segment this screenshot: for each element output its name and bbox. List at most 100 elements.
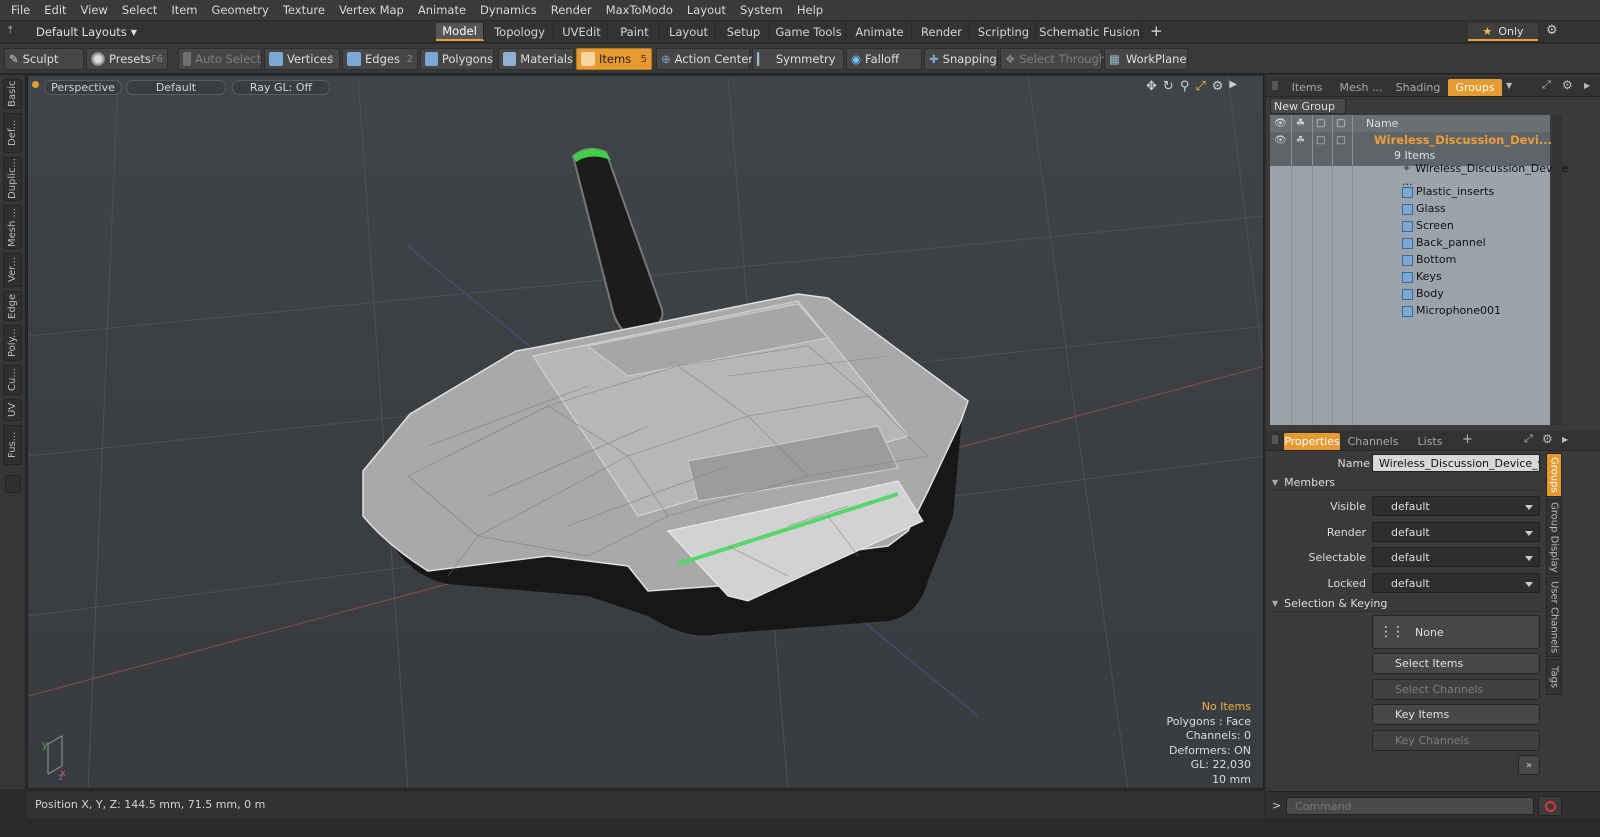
tree-scrollbar[interactable] (1552, 115, 1562, 425)
zoom-icon[interactable]: ⚲ (1180, 79, 1190, 94)
key-channels-button[interactable]: Key Channels (1372, 730, 1540, 751)
tab-items[interactable]: Items (1284, 79, 1330, 96)
selectable-dropdown[interactable]: default (1372, 547, 1540, 567)
sculpt-button[interactable]: ✎ Sculpt (4, 48, 84, 70)
menu-render[interactable]: Render (544, 3, 599, 17)
left-tab-basic[interactable]: Basic (3, 79, 22, 109)
menu-select[interactable]: Select (115, 3, 164, 17)
tab-shading[interactable]: Shading (1390, 79, 1446, 96)
tab-lists[interactable]: Lists (1406, 433, 1454, 450)
render-icon[interactable]: ☘ (1296, 118, 1305, 129)
rotate-icon[interactable]: ↻ (1163, 79, 1174, 94)
menu-texture[interactable]: Texture (276, 3, 332, 17)
menu-dynamics[interactable]: Dynamics (473, 3, 544, 17)
layout-arrow-icon[interactable]: ⤒ (8, 25, 20, 37)
left-tab-edge[interactable]: Edge (3, 291, 22, 321)
menu-help[interactable]: Help (790, 3, 830, 17)
shading-mode-button[interactable]: Default (126, 80, 226, 95)
render-dropdown[interactable]: default (1372, 522, 1540, 542)
tab-animate[interactable]: Animate (848, 23, 912, 41)
side-tab-user-channels[interactable]: User Channels (1546, 577, 1562, 657)
symmetry-button[interactable]: ▎ Symmetry (752, 48, 844, 70)
select-channels-button[interactable]: Select Channels (1372, 679, 1540, 700)
tab-scripting[interactable]: Scripting (972, 23, 1036, 41)
edges-button[interactable]: Edges 2 (342, 48, 418, 70)
side-tab-tags[interactable]: Tags (1546, 659, 1562, 695)
menu-maxtomodo[interactable]: MaxToModo (599, 3, 680, 17)
left-tab-curve[interactable]: Cu... (3, 365, 22, 395)
group-eye-icon[interactable]: 👁 (1274, 135, 1287, 146)
tab-uvedit[interactable]: UVEdit (556, 23, 608, 41)
panel-gear-icon[interactable]: ⚙ (1542, 432, 1553, 446)
menu-layout[interactable]: Layout (680, 3, 733, 17)
side-tab-group-display[interactable]: Group Display (1546, 499, 1562, 575)
tab-game-tools[interactable]: Game Tools (772, 23, 846, 41)
falloff-button[interactable]: ◉ Falloff (846, 48, 922, 70)
maximize-icon[interactable]: ⤢ (1524, 432, 1533, 446)
left-tab-uv[interactable]: UV (3, 399, 22, 421)
pan-icon[interactable]: ✥ (1146, 79, 1157, 94)
tab-schematic-fusion[interactable]: Schematic Fusion (1038, 23, 1142, 41)
left-tab-mesh[interactable]: Mesh ... (3, 205, 22, 249)
left-tab-deform[interactable]: Def... (3, 113, 22, 153)
menu-view[interactable]: View (74, 3, 115, 17)
side-tab-groups[interactable]: Groups (1546, 453, 1562, 497)
raygl-toggle[interactable]: Ray GL: Off (232, 80, 330, 95)
view-mode-button[interactable]: Perspective (44, 80, 122, 95)
select-col-icon[interactable]: □ (1336, 118, 1345, 129)
visible-dropdown[interactable]: default (1372, 496, 1540, 516)
workplane-button[interactable]: ▦ WorkPlane (1104, 48, 1188, 70)
new-group-button[interactable]: New Group (1270, 98, 1346, 114)
presets-button[interactable]: Presets F6 (86, 48, 168, 70)
tab-setup[interactable]: Setup (718, 23, 770, 41)
panel-more-icon[interactable]: ▶ (1584, 81, 1590, 90)
menu-animate[interactable]: Animate (411, 3, 473, 17)
3d-viewport[interactable]: y x z Perspective Default Ray GL: Off ✥ … (27, 75, 1264, 789)
key-items-button[interactable]: Key Items (1372, 704, 1540, 725)
materials-button[interactable]: Materials (498, 48, 574, 70)
group-name[interactable]: Wireless_Discussion_Devi... (1374, 133, 1552, 147)
tab-layout[interactable]: Layout (662, 23, 716, 41)
locked-dropdown[interactable]: default (1372, 573, 1540, 593)
menu-file[interactable]: File (4, 3, 37, 17)
lock-col-icon[interactable]: □ (1316, 118, 1325, 129)
menu-edit[interactable]: Edit (37, 3, 73, 17)
expand-arrow-icon[interactable]: ▶ (1229, 79, 1237, 94)
layout-selector[interactable]: Default Layouts ▼ (36, 24, 137, 40)
tab-model[interactable]: Model (436, 23, 484, 41)
none-button[interactable]: ⋮⋮ None (1372, 615, 1540, 649)
panel-more-icon[interactable]: ▶ (1562, 435, 1568, 444)
left-tab-fusion[interactable]: Fus... (3, 425, 22, 465)
snapping-button[interactable]: ✚ Snapping (924, 48, 998, 70)
members-section[interactable]: ▼ Members (1272, 475, 1542, 491)
tab-topology[interactable]: Topology (486, 23, 554, 41)
viewport-gear-icon[interactable]: ⚙ (1212, 79, 1224, 94)
menu-item[interactable]: Item (164, 3, 204, 17)
command-input[interactable] (1286, 797, 1534, 815)
tab-mesh[interactable]: Mesh ... (1334, 79, 1388, 96)
left-tab-extra[interactable] (5, 475, 21, 493)
viewport-options-icon[interactable] (32, 81, 39, 88)
maximize-icon[interactable]: ⤢ (1542, 78, 1551, 92)
menu-vertex-map[interactable]: Vertex Map (332, 3, 411, 17)
vertices-button[interactable]: Vertices 1 (264, 48, 340, 70)
menu-geometry[interactable]: Geometry (205, 3, 276, 17)
panel-gear-icon[interactable]: ⚙ (1562, 78, 1573, 92)
action-center-button[interactable]: ⊕ Action Center (656, 48, 753, 70)
left-tab-duplicate[interactable]: Duplic... (3, 157, 22, 201)
tab-groups[interactable]: Groups (1448, 79, 1502, 96)
panel-grip-icon[interactable] (1272, 435, 1278, 444)
eye-icon[interactable]: 👁 (1274, 118, 1287, 129)
selection-keying-section[interactable]: ▼ Selection & Keying (1272, 596, 1542, 612)
fit-icon[interactable]: ⤢ (1195, 79, 1205, 94)
tab-render[interactable]: Render (914, 23, 970, 41)
add-tab-icon[interactable]: + (1462, 432, 1473, 447)
tab-channels[interactable]: Channels (1344, 433, 1402, 450)
polygons-button[interactable]: Polygons (420, 48, 494, 70)
expand-more-icon[interactable]: » (1518, 755, 1540, 775)
gear-icon[interactable]: ⚙ (1546, 23, 1558, 38)
select-through-button[interactable]: ❖ Select Through (1000, 48, 1106, 70)
group-select-icon[interactable]: □ (1336, 135, 1345, 146)
group-render-icon[interactable]: ☘ (1296, 135, 1305, 146)
group-lock-icon[interactable]: □ (1316, 135, 1325, 146)
